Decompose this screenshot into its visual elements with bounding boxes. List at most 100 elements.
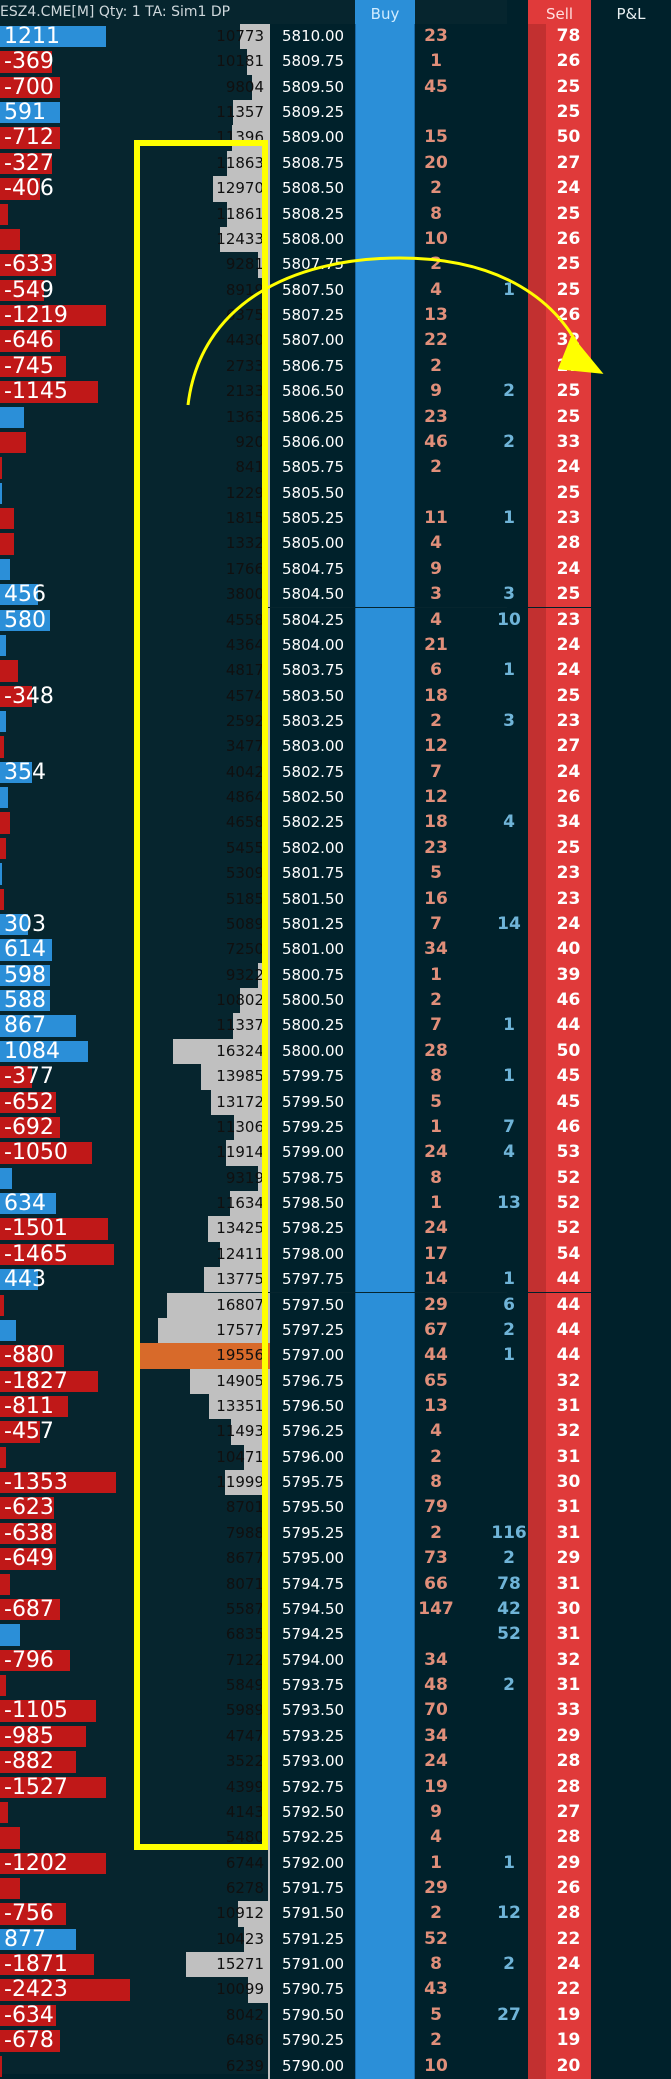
buy-order-cell[interactable]	[355, 835, 415, 862]
sell-order-cell[interactable]: 78	[528, 24, 591, 50]
sell-order-cell[interactable]: 24	[528, 176, 591, 202]
sell-order-cell[interactable]: 22	[528, 1926, 591, 1953]
buy-order-cell[interactable]	[355, 1013, 415, 1039]
buy-order-cell[interactable]	[355, 74, 415, 101]
sell-order-cell[interactable]: 24	[528, 632, 591, 659]
buy-order-cell[interactable]	[355, 658, 415, 684]
sell-order-cell[interactable]: 32	[528, 328, 591, 354]
buy-order-cell[interactable]	[355, 632, 415, 659]
buy-order-cell[interactable]	[355, 226, 415, 253]
sell-order-cell[interactable]: 54	[528, 1241, 591, 1268]
buy-order-cell[interactable]	[355, 1114, 415, 1141]
buy-order-cell[interactable]	[355, 353, 415, 380]
sell-order-cell[interactable]: 30	[528, 1596, 591, 1623]
buy-order-cell[interactable]	[355, 1799, 415, 1826]
buy-order-cell[interactable]	[355, 1952, 415, 1978]
sell-order-cell[interactable]: 27	[528, 150, 591, 177]
sell-order-cell[interactable]: 26	[528, 785, 591, 811]
sell-order-cell[interactable]: 31	[528, 1520, 591, 1547]
buy-order-cell[interactable]	[355, 1470, 415, 1496]
sell-order-cell[interactable]: 24	[528, 1952, 591, 1978]
buy-order-cell[interactable]	[355, 100, 415, 126]
buy-order-cell[interactable]	[355, 404, 415, 430]
sell-order-cell[interactable]: 27	[528, 353, 591, 380]
buy-order-cell[interactable]	[355, 1393, 415, 1420]
buy-order-cell[interactable]	[355, 1241, 415, 1268]
sell-order-cell[interactable]: 46	[528, 988, 591, 1014]
sell-order-cell[interactable]: 50	[528, 1038, 591, 1065]
buy-order-cell[interactable]	[355, 708, 415, 735]
buy-order-cell[interactable]	[355, 506, 415, 532]
sell-order-cell[interactable]: 28	[528, 1825, 591, 1851]
sell-order-cell[interactable]: 50	[528, 125, 591, 151]
buy-order-cell[interactable]	[355, 1546, 415, 1572]
sell-order-cell[interactable]: 19	[528, 2028, 591, 2054]
buy-order-cell[interactable]	[355, 1038, 415, 1065]
buy-order-cell[interactable]	[355, 150, 415, 177]
buy-order-cell[interactable]	[355, 1825, 415, 1851]
sell-order-cell[interactable]: 44	[528, 1267, 591, 1293]
sell-order-cell[interactable]: 23	[528, 861, 591, 887]
sell-order-cell[interactable]: 44	[528, 1343, 591, 1369]
buy-order-cell[interactable]	[355, 125, 415, 151]
sell-order-cell[interactable]: 28	[528, 531, 591, 557]
buy-order-cell[interactable]	[355, 810, 415, 836]
sell-order-cell[interactable]: 52	[528, 1191, 591, 1217]
buy-order-cell[interactable]	[355, 911, 415, 938]
sell-order-cell[interactable]: 31	[528, 1495, 591, 1521]
sell-order-cell[interactable]: 24	[528, 911, 591, 938]
sell-order-cell[interactable]: 29	[528, 1723, 591, 1750]
buy-order-cell[interactable]	[355, 1622, 415, 1648]
buy-order-cell[interactable]	[355, 683, 415, 709]
sell-order-cell[interactable]: 31	[528, 1444, 591, 1471]
buy-order-cell[interactable]	[355, 1850, 415, 1876]
sell-order-cell[interactable]: 32	[528, 1368, 591, 1394]
sell-order-cell[interactable]: 19	[528, 2002, 591, 2029]
buy-order-cell[interactable]	[355, 988, 415, 1014]
sell-order-cell[interactable]: 45	[528, 1089, 591, 1115]
buy-order-cell[interactable]	[355, 2028, 415, 2054]
sell-order-cell[interactable]: 26	[528, 49, 591, 75]
buy-order-cell[interactable]	[355, 1064, 415, 1090]
buy-order-cell[interactable]	[355, 962, 415, 989]
sell-order-cell[interactable]: 28	[528, 1774, 591, 1800]
buy-order-cell[interactable]	[355, 1317, 415, 1344]
buy-order-cell[interactable]	[355, 277, 415, 304]
sell-order-cell[interactable]: 40	[528, 937, 591, 963]
sell-order-cell[interactable]: 23	[528, 886, 591, 912]
sell-order-cell[interactable]: 25	[528, 100, 591, 126]
buy-order-cell[interactable]	[355, 1571, 415, 1597]
sell-order-cell[interactable]: 25	[528, 252, 591, 278]
buy-order-cell[interactable]	[355, 176, 415, 202]
buy-order-cell[interactable]	[355, 49, 415, 75]
sell-order-cell[interactable]: 27	[528, 1799, 591, 1826]
sell-order-cell[interactable]: 31	[528, 1393, 591, 1420]
sell-order-cell[interactable]: 32	[528, 1419, 591, 1445]
buy-order-cell[interactable]	[355, 1749, 415, 1775]
sell-order-cell[interactable]: 25	[528, 835, 591, 862]
buy-order-cell[interactable]	[355, 1673, 415, 1699]
sell-order-cell[interactable]: 24	[528, 658, 591, 684]
buy-order-cell[interactable]	[355, 1774, 415, 1800]
buy-order-cell[interactable]	[355, 734, 415, 760]
sell-order-cell[interactable]: 52	[528, 1165, 591, 1191]
sell-order-cell[interactable]: 25	[528, 683, 591, 709]
sell-order-cell[interactable]: 46	[528, 1114, 591, 1141]
sell-order-cell[interactable]: 25	[528, 582, 591, 608]
buy-order-cell[interactable]	[355, 1165, 415, 1191]
buy-order-cell[interactable]	[355, 1292, 415, 1318]
buy-order-cell[interactable]	[355, 2053, 415, 2079]
buy-order-cell[interactable]	[355, 1977, 415, 2003]
buy-order-cell[interactable]	[355, 1698, 415, 1724]
sell-order-cell[interactable]: 25	[528, 480, 591, 507]
sell-order-cell[interactable]: 44	[528, 1317, 591, 1344]
sell-order-cell[interactable]: 39	[528, 962, 591, 989]
buy-order-cell[interactable]	[355, 1267, 415, 1293]
buy-order-cell[interactable]	[355, 1901, 415, 1927]
buy-order-cell[interactable]	[355, 379, 415, 405]
buy-order-cell[interactable]	[355, 1419, 415, 1445]
buy-order-cell[interactable]	[355, 556, 415, 583]
buy-order-cell[interactable]	[355, 531, 415, 557]
sell-order-cell[interactable]: 20	[528, 2053, 591, 2079]
buy-order-cell[interactable]	[355, 1368, 415, 1394]
